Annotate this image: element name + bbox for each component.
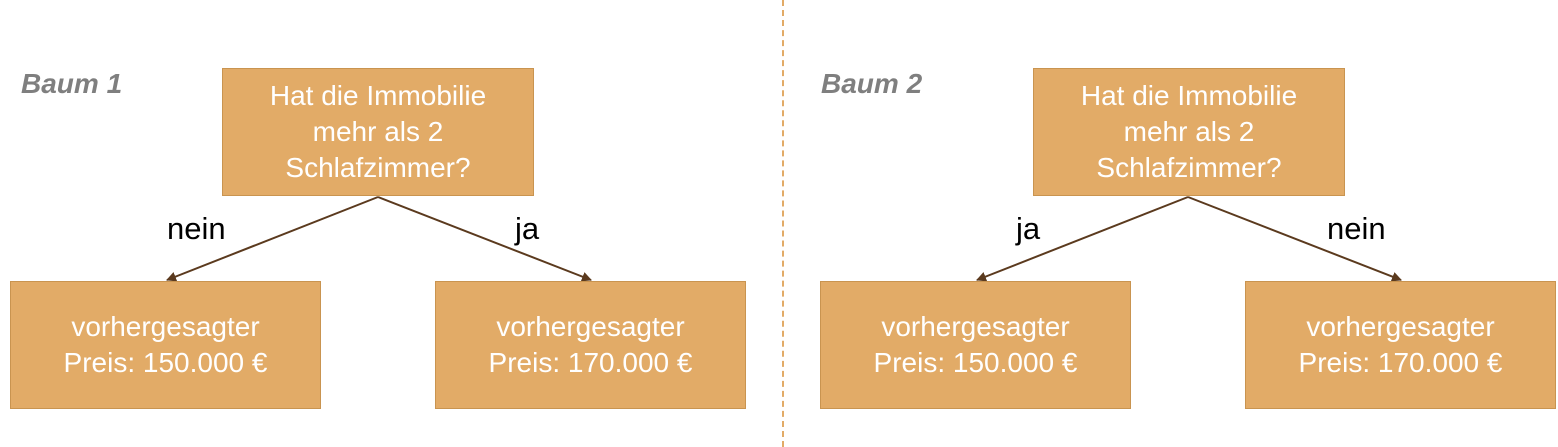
tree2-left-edge bbox=[976, 196, 1189, 282]
tree2-left-leaf-node: vorhergesagter Preis: 150.000 € bbox=[820, 281, 1131, 409]
tree1-right-leaf-node: vorhergesagter Preis: 170.000 € bbox=[435, 281, 746, 409]
tree2-right-edge-label: nein bbox=[1327, 211, 1386, 246]
decision-trees-diagram: Baum 1 Hat die Immobilie mehr als 2 Schl… bbox=[0, 0, 1558, 447]
tree2-title: Baum 2 bbox=[821, 68, 923, 99]
tree1-question-node: Hat die Immobilie mehr als 2 Schlafzimme… bbox=[222, 68, 534, 196]
tree1-left-leaf-node: vorhergesagter Preis: 150.000 € bbox=[10, 281, 321, 409]
tree1-right-edge bbox=[377, 196, 592, 282]
tree1-left-edge-label: nein bbox=[167, 211, 226, 246]
tree2-left-edge-label: ja bbox=[1016, 211, 1041, 246]
tree2-question-node: Hat die Immobilie mehr als 2 Schlafzimme… bbox=[1033, 68, 1345, 196]
tree1-right-edge-label: ja bbox=[515, 211, 540, 246]
tree2-right-leaf-node: vorhergesagter Preis: 170.000 € bbox=[1245, 281, 1556, 409]
tree1-title: Baum 1 bbox=[21, 68, 123, 99]
dashed-divider bbox=[782, 0, 784, 447]
